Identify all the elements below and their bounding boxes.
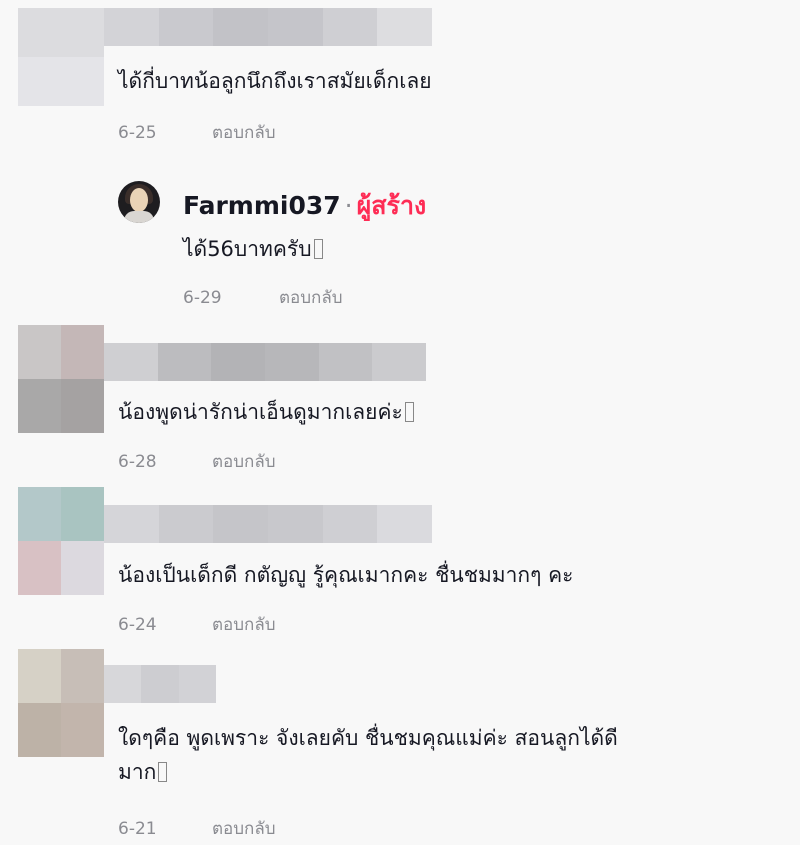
separator-dot: ·: [344, 191, 353, 220]
reply-button[interactable]: ตอบกลับ: [212, 123, 276, 143]
avatar-mosaic-block: [18, 325, 61, 379]
reply-button[interactable]: ตอบกลับ: [212, 452, 276, 472]
reply-meta: 6-29 ตอบกลับ: [183, 284, 343, 311]
avatar-mosaic-block: [61, 57, 104, 106]
username-mosaic-block: [178, 665, 216, 703]
username-blurred[interactable]: [104, 665, 216, 703]
comment-date: 6-21: [118, 819, 157, 839]
username-mosaic-block: [372, 343, 426, 381]
reply-button[interactable]: ตอบกลับ: [212, 615, 276, 635]
username-mosaic-block: [158, 8, 214, 46]
creator-badge: ผู้สร้าง: [356, 191, 427, 220]
comment-date: 6-28: [118, 452, 157, 472]
comment-text: น้องพูดน่ารักน่าเอ็นดูมากเลยค่ะ: [118, 395, 740, 429]
comment-date: 6-24: [118, 615, 157, 635]
reply-button[interactable]: ตอบกลับ: [212, 819, 276, 839]
creator-username[interactable]: Farmmi037 · ผู้สร้าง: [183, 186, 426, 226]
avatar-mosaic-block: [61, 379, 104, 433]
username-mosaic-block: [268, 8, 323, 46]
username-mosaic-block: [211, 343, 266, 381]
username-mosaic-block: [377, 8, 432, 46]
avatar-mosaic-block: [18, 379, 61, 433]
avatar-mosaic-block: [61, 541, 104, 595]
username-mosaic-block: [318, 343, 373, 381]
reply-date: 6-29: [183, 288, 222, 308]
username-mosaic-block: [104, 505, 159, 543]
comment-meta: 6-24 ตอบกลับ: [118, 611, 276, 638]
username-mosaic-block: [104, 8, 159, 46]
comment-date: 6-25: [118, 123, 157, 143]
username-mosaic-block: [158, 505, 214, 543]
comment-meta: 6-28 ตอบกลับ: [118, 448, 276, 475]
username-mosaic-block: [104, 665, 142, 703]
username-mosaic-block: [141, 665, 180, 703]
username-mosaic-block: [104, 343, 158, 381]
avatar-mosaic-block: [18, 8, 61, 57]
avatar-mosaic-block: [18, 57, 61, 106]
username-blurred[interactable]: [104, 8, 432, 46]
creator-avatar[interactable]: [118, 181, 160, 223]
username-mosaic-block: [377, 505, 432, 543]
username-mosaic-block: [268, 505, 323, 543]
reply-button[interactable]: ตอบกลับ: [279, 288, 343, 308]
username-mosaic-block: [322, 505, 378, 543]
reply-text: ได้56บาทครับ: [183, 233, 323, 265]
username-blurred[interactable]: [104, 343, 426, 381]
username-mosaic-block: [322, 8, 378, 46]
missing-emoji-glyph: [404, 402, 414, 422]
avatar-mosaic-block: [61, 325, 104, 379]
username-blurred[interactable]: [104, 505, 432, 543]
avatar[interactable]: [18, 487, 104, 595]
avatar-mosaic-block: [61, 487, 104, 541]
avatar-mosaic-block: [61, 649, 104, 703]
avatar-mosaic-block: [18, 541, 61, 595]
avatar-mosaic-block: [61, 8, 104, 57]
missing-emoji-glyph: [158, 762, 168, 782]
avatar-mosaic-block: [18, 487, 61, 541]
avatar-mosaic-block: [18, 703, 61, 757]
username-mosaic-block: [157, 343, 212, 381]
comment-meta: 6-25 ตอบกลับ: [118, 119, 276, 146]
username-mosaic-block: [213, 505, 269, 543]
comment-text: ใดๆคือ พูดเพราะ จังเลยคับ ชื่นชมคุณแม่ค่…: [118, 726, 618, 784]
missing-emoji-glyph: [313, 239, 323, 259]
username-mosaic-block: [213, 8, 269, 46]
comment-meta: 6-21 ตอบกลับ: [118, 815, 276, 842]
comment-text: น้องเป็นเด็กดี กตัญญู รู้คุณเมากคะ ชื่นช…: [118, 563, 574, 587]
comment-text: ได้กี่บาทน้อลูกนึกถึงเราสมัยเด็กเลย: [118, 69, 432, 93]
avatar[interactable]: [18, 649, 104, 757]
avatar[interactable]: [18, 8, 104, 106]
avatar-mosaic-block: [61, 703, 104, 757]
username-mosaic-block: [265, 343, 319, 381]
avatar[interactable]: [18, 325, 104, 433]
avatar-mosaic-block: [18, 649, 61, 703]
